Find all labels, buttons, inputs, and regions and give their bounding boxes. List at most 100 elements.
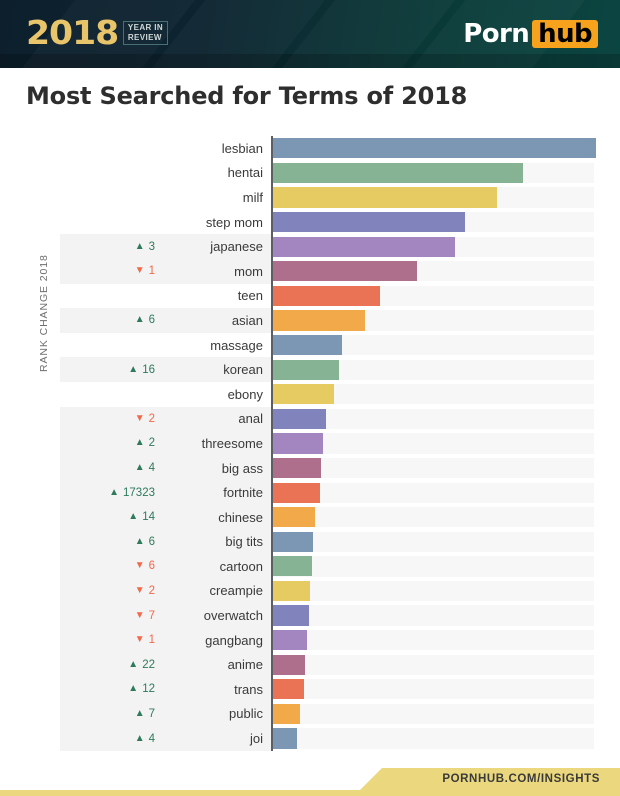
bar[interactable] <box>273 531 314 552</box>
table-row[interactable]: ▲ 14 chinese <box>60 504 594 530</box>
rank-change-cell: ▼ 2 <box>60 578 155 604</box>
bar[interactable] <box>273 654 306 675</box>
bar-cell <box>271 652 594 678</box>
triangle-up-icon: ▲ <box>134 732 145 744</box>
table-row[interactable]: ▼ 1 mom <box>60 258 594 284</box>
rank-change-cell <box>60 284 155 309</box>
bar[interactable] <box>273 630 307 651</box>
rank-change-cell: ▲ 22 <box>60 652 155 678</box>
bar[interactable] <box>273 334 343 356</box>
bar[interactable] <box>273 138 596 159</box>
pornhub-logo[interactable]: Porn hub <box>463 20 598 48</box>
bar[interactable] <box>273 162 524 183</box>
bar[interactable] <box>273 187 498 208</box>
bar[interactable] <box>273 507 315 528</box>
search-term-label: gangbang <box>155 627 271 653</box>
table-row[interactable]: ▼ 2 creampie <box>60 578 594 604</box>
rank-change-cell: ▲ 3 <box>60 234 155 259</box>
search-term-label: anime <box>155 652 271 678</box>
bar-cell <box>271 578 594 604</box>
table-row[interactable]: ▲ 22 anime <box>60 652 594 678</box>
bar[interactable] <box>273 211 466 233</box>
triangle-down-icon: ▼ <box>134 265 145 277</box>
table-row[interactable]: milf <box>60 185 594 210</box>
bar[interactable] <box>273 359 340 380</box>
search-term-label: hentai <box>227 165 263 181</box>
table-row[interactable]: ▼ 7 overwatch <box>60 603 594 628</box>
bar[interactable] <box>273 457 322 479</box>
rank-change-cell: ▲ 14 <box>60 504 155 530</box>
bar[interactable] <box>273 310 366 331</box>
triangle-up-icon: ▲ <box>134 314 145 326</box>
rank-change-value: 16 <box>142 363 155 376</box>
triangle-up-icon: ▲ <box>134 437 145 449</box>
y-axis-title: RANK CHANGE 2018 <box>38 254 50 372</box>
rank-change-cell: ▲ 4 <box>60 455 155 481</box>
search-term-label: big ass <box>155 455 271 481</box>
bar[interactable] <box>273 703 301 725</box>
table-row[interactable]: massage <box>60 332 594 358</box>
table-row[interactable]: lesbian <box>60 136 596 161</box>
table-row[interactable]: ▲ 3 japanese <box>60 234 594 259</box>
rank-change-cell <box>60 210 155 235</box>
table-row[interactable]: ▲ 7 public <box>60 701 594 727</box>
rank-change-cell: ▲ 6 <box>60 308 155 333</box>
table-row[interactable]: ▲ 4 big ass <box>60 455 594 481</box>
triangle-up-icon: ▲ <box>128 363 139 375</box>
bar-cell <box>271 504 594 530</box>
rank-change-cell: ▲ 4 <box>60 726 155 751</box>
year-label: 2018 <box>26 13 119 52</box>
triangle-up-icon: ▲ <box>134 462 145 474</box>
bar[interactable] <box>273 384 335 405</box>
table-row[interactable]: ▼ 1 gangbang <box>60 627 594 653</box>
bar-track <box>273 630 594 651</box>
bar-cell <box>271 381 594 407</box>
search-term-label: teen <box>237 288 263 304</box>
table-row[interactable]: ▼ 6 cartoon <box>60 554 594 579</box>
search-term-label: creampie <box>155 578 271 604</box>
bar[interactable] <box>273 261 417 282</box>
bar[interactable] <box>273 408 327 429</box>
footer-url[interactable]: PORNHUB.COM/INSIGHTS <box>442 771 600 787</box>
table-row[interactable]: ▲ 17323 fortnite <box>60 480 594 505</box>
table-row[interactable]: ▲ 6 big tits <box>60 529 594 555</box>
bar-cell <box>271 185 594 210</box>
search-term-label: ebony <box>227 386 263 402</box>
table-row[interactable]: ▼ 2 anal <box>60 406 594 432</box>
search-term-label: chinese <box>155 504 271 530</box>
table-row[interactable]: step mom <box>60 209 594 235</box>
table-row[interactable]: ▲ 16 korean <box>60 357 594 382</box>
rank-change-cell <box>60 185 155 210</box>
search-term-label: lesbian <box>221 140 263 156</box>
bar[interactable] <box>273 580 311 602</box>
bar-cell <box>271 234 594 259</box>
triangle-down-icon: ▼ <box>134 412 145 424</box>
table-row[interactable]: hentai <box>60 160 594 186</box>
search-term-label: joi <box>155 726 271 751</box>
bar[interactable] <box>273 605 309 626</box>
bar-cell <box>271 627 594 653</box>
bar[interactable] <box>273 285 380 306</box>
rank-change-cell: ▲ 12 <box>60 677 155 702</box>
table-row[interactable]: ▲ 12 trans <box>60 677 594 702</box>
rank-change-cell <box>60 382 155 407</box>
triangle-up-icon: ▲ <box>128 683 139 695</box>
bar[interactable] <box>273 482 320 503</box>
bar[interactable] <box>273 728 298 749</box>
table-row[interactable]: ▲ 6 asian <box>60 308 594 333</box>
bar-chart: RANK CHANGE 2018 lesbian hentai milf step m… <box>26 136 596 756</box>
bar[interactable] <box>273 433 324 454</box>
bar[interactable] <box>273 236 456 257</box>
table-row[interactable]: teen <box>60 283 594 309</box>
rank-change-value: 17323 <box>123 486 155 499</box>
table-row[interactable]: ▲ 2 threesome <box>60 431 594 456</box>
bar-cell <box>271 136 596 161</box>
table-row[interactable]: ebony <box>60 381 594 407</box>
bar[interactable] <box>273 556 312 577</box>
bar[interactable] <box>273 679 304 700</box>
bar-cell <box>271 258 594 284</box>
rank-change-cell: ▲ 16 <box>60 357 155 382</box>
table-row[interactable]: ▲ 4 joi <box>60 726 594 751</box>
bar-track <box>273 531 594 552</box>
bar-track <box>273 728 594 749</box>
